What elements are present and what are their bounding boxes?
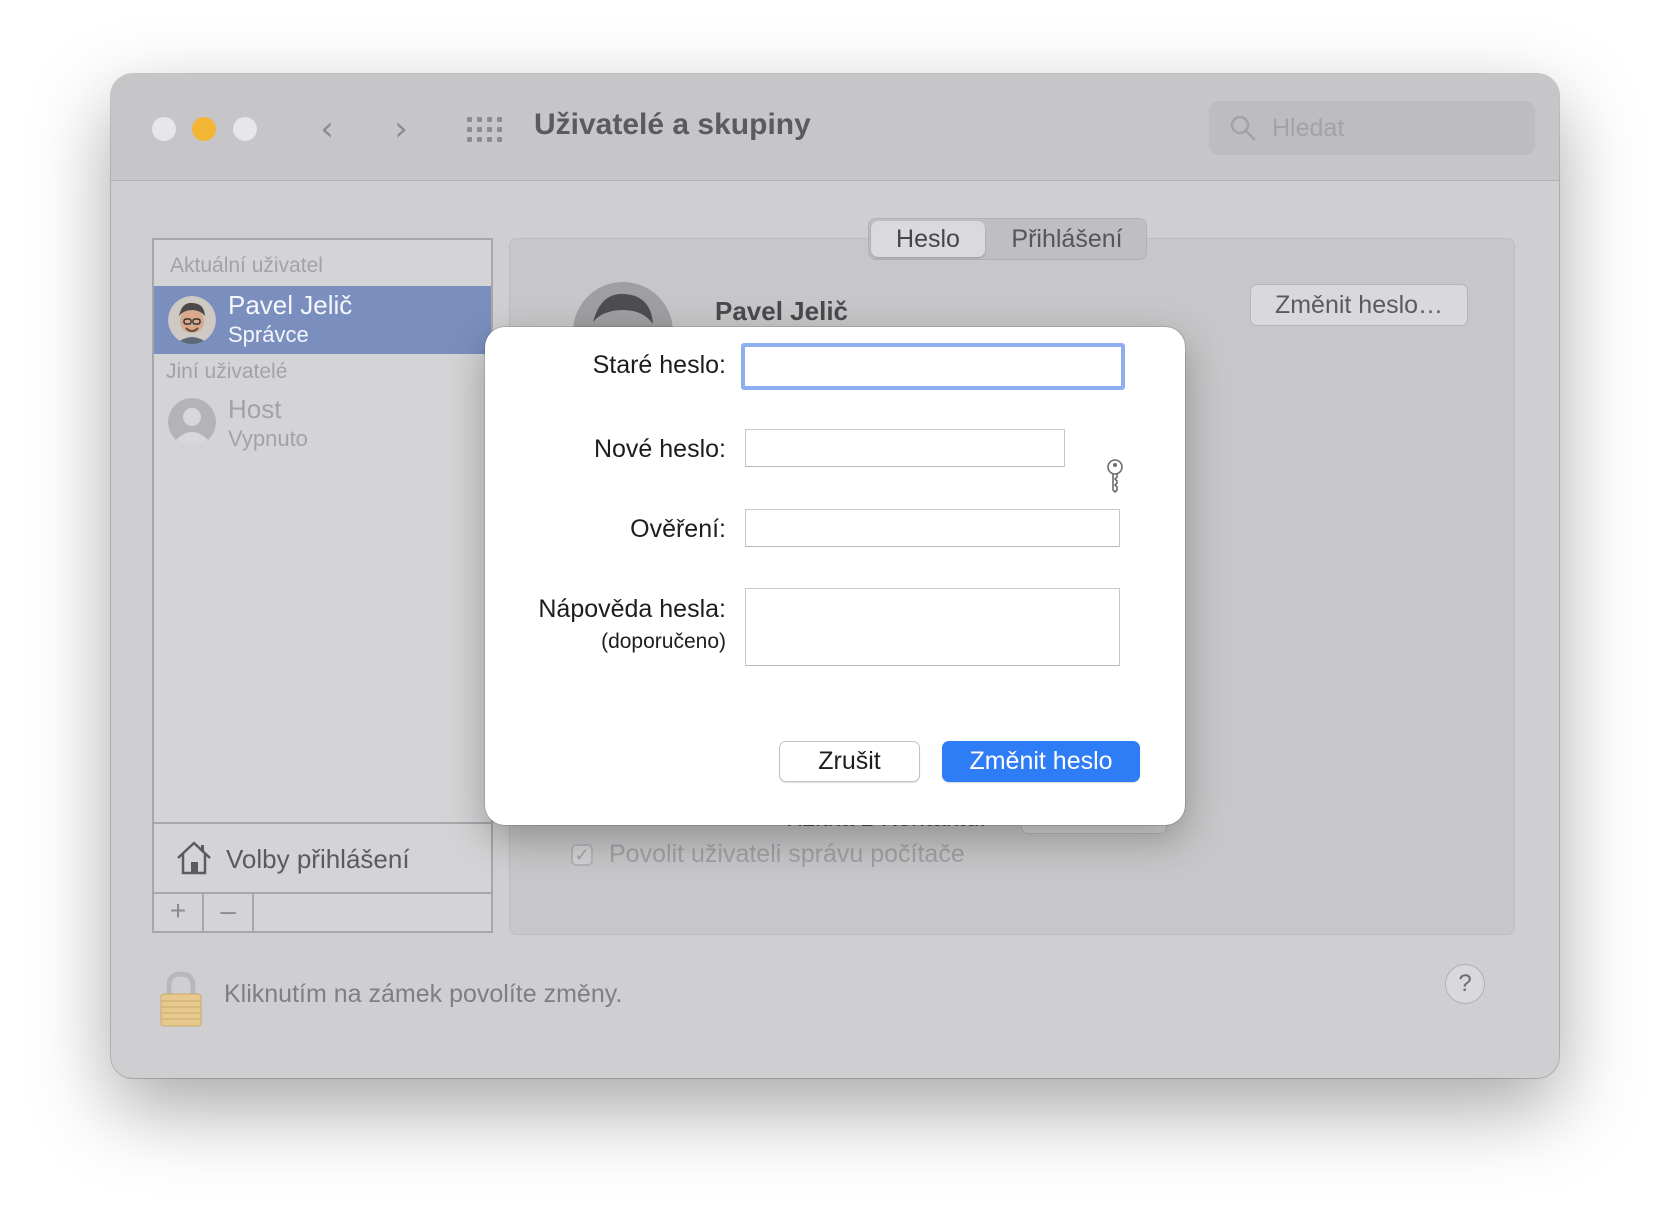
- forward-chevron-icon[interactable]: ›: [381, 110, 421, 150]
- change-password-dialog: Staré heslo: Nové heslo: Ověření: Nápově…: [485, 327, 1185, 825]
- tab-login[interactable]: Přihlášení: [989, 221, 1145, 257]
- current-user-name: Pavel Jelič: [228, 290, 353, 320]
- new-password-label: Nové heslo:: [593, 435, 726, 463]
- old-password-field[interactable]: [741, 343, 1125, 390]
- password-hint-field[interactable]: [745, 588, 1120, 666]
- sidebar-divider: [154, 822, 491, 824]
- sidebar-item-current-user[interactable]: Pavel Jelič Správce: [154, 286, 491, 354]
- verify-password-field[interactable]: [745, 509, 1120, 547]
- admin-checkbox[interactable]: ✓: [571, 844, 593, 866]
- guest-user-name: Host: [228, 394, 282, 424]
- minimize-window-button[interactable]: [192, 117, 216, 141]
- search-icon: [1230, 115, 1256, 141]
- password-hint-label: Nápověda hesla:: [538, 595, 726, 623]
- login-options-item[interactable]: Volby přihlášení: [226, 844, 410, 875]
- title-bar: ‹ › Uživatelé a skupiny Hledat: [111, 74, 1559, 181]
- sidebar-item-guest[interactable]: Host Vypnuto: [154, 388, 491, 456]
- current-user-section-label: Aktuální uživatel: [170, 254, 323, 277]
- users-sidebar: Aktuální uživatel Pavel Jelič Správce Ji…: [152, 238, 493, 933]
- confirm-change-password-button[interactable]: Změnit heslo: [942, 741, 1140, 782]
- close-window-button[interactable]: [152, 117, 176, 141]
- sidebar-toolbar: + –: [154, 892, 491, 931]
- add-user-button[interactable]: +: [154, 894, 204, 931]
- window-title: Uživatelé a skupiny: [534, 108, 811, 141]
- show-all-grid-icon[interactable]: [467, 117, 502, 145]
- guest-avatar-icon: [168, 398, 216, 446]
- tab-password[interactable]: Heslo: [871, 221, 985, 257]
- tab-group: Heslo Přihlášení: [868, 218, 1147, 260]
- current-user-role: Správce: [228, 322, 309, 347]
- lock-icon[interactable]: [159, 970, 203, 1028]
- back-chevron-icon[interactable]: ‹: [307, 110, 347, 150]
- change-password-button[interactable]: Změnit heslo…: [1250, 284, 1468, 326]
- detail-user-name: Pavel Jelič: [715, 296, 848, 326]
- new-password-field[interactable]: [745, 429, 1065, 467]
- old-password-label: Staré heslo:: [592, 351, 726, 379]
- remove-user-button[interactable]: –: [204, 894, 254, 931]
- verify-label: Ověření:: [630, 515, 726, 543]
- admin-checkbox-label: Povolit uživateli správu počítače: [609, 840, 965, 868]
- password-assistant-key-icon[interactable]: [1104, 458, 1126, 494]
- help-button[interactable]: ?: [1445, 964, 1485, 1004]
- lock-hint-text: Kliknutím na zámek povolíte změny.: [224, 980, 623, 1008]
- other-users-section-label: Jiní uživatelé: [166, 360, 288, 383]
- search-placeholder: Hledat: [1272, 114, 1345, 142]
- guest-user-status: Vypnuto: [228, 426, 308, 451]
- search-field[interactable]: Hledat: [1209, 101, 1535, 155]
- user-avatar: [168, 296, 216, 344]
- zoom-window-button[interactable]: [233, 117, 257, 141]
- house-icon[interactable]: [174, 838, 214, 878]
- cancel-button[interactable]: Zrušit: [779, 741, 920, 782]
- password-hint-sublabel: (doporučeno): [601, 630, 726, 653]
